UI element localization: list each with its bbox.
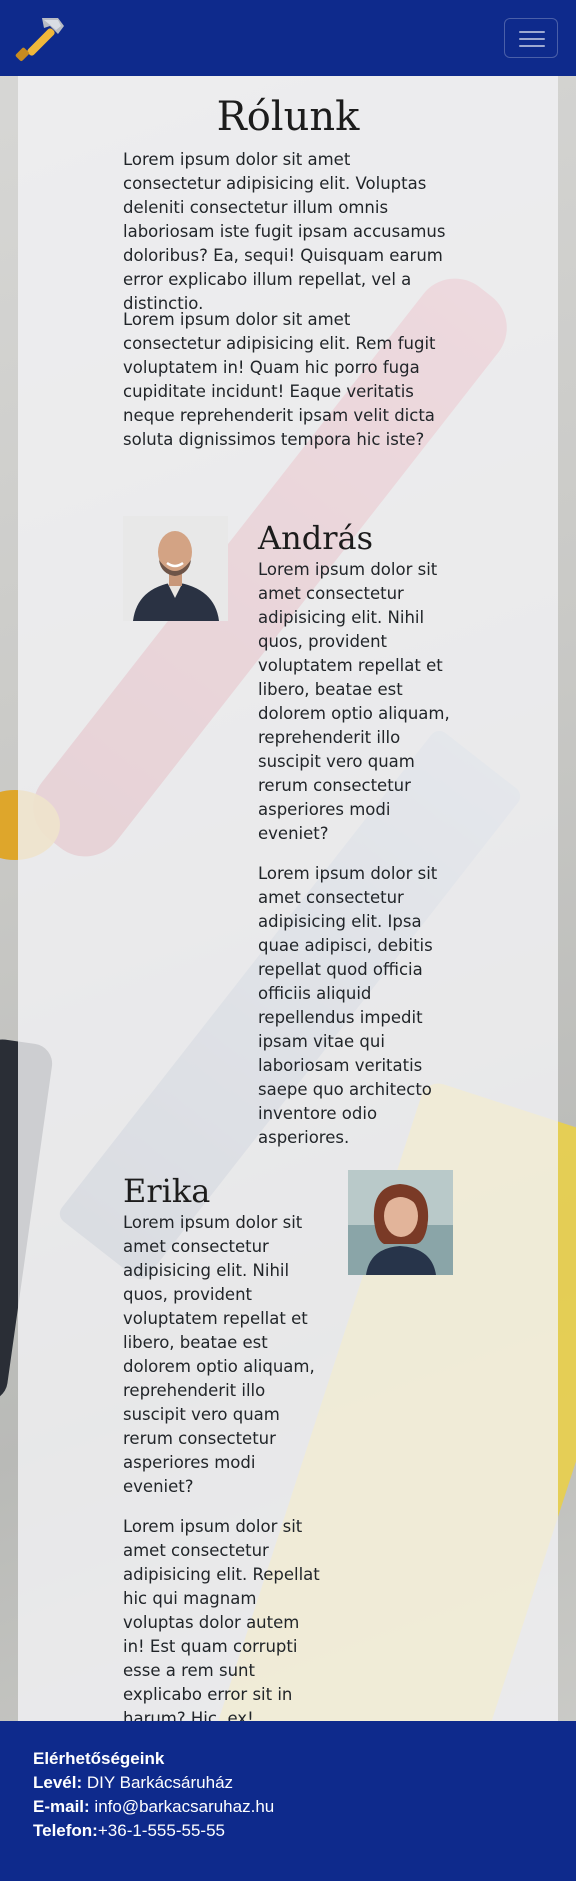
person-name: Erika [123, 1172, 211, 1210]
email-label: E-mail: [33, 1797, 90, 1816]
person-paragraph: Lorem ipsum dolor sit amet consectetur a… [258, 864, 438, 1147]
intro-paragraph: Lorem ipsum dolor sit amet consectetur a… [123, 150, 446, 313]
navbar [0, 0, 576, 76]
person-paragraph: Lorem ipsum dolor sit amet consectetur a… [123, 1517, 320, 1728]
person-name: András [258, 519, 373, 557]
intro-section-2: Lorem ipsum dolor sit amet consectetur a… [123, 308, 453, 452]
person-erika: Erika Lorem ipsum dolor sit amet consect… [123, 1171, 323, 1731]
navbar-toggler-button[interactable] [504, 18, 558, 58]
mail-value: DIY Barkácsáruház [86, 1773, 234, 1792]
footer: Elérhetőségeink Levél: DIY Barkácsáruház… [0, 1721, 576, 1881]
brand-logo-link[interactable] [14, 12, 68, 66]
mail-label: Levél: [33, 1773, 83, 1792]
email-link[interactable]: info@barkacsaruhaz.hu [94, 1797, 274, 1816]
avatar-erika [348, 1170, 453, 1275]
hammer-icon [15, 18, 64, 61]
avatar-andras [123, 516, 228, 621]
person-paragraph: Lorem ipsum dolor sit amet consectetur a… [123, 1213, 315, 1496]
contact-block: Elérhetőségeink Levél: DIY Barkácsáruház… [33, 1747, 274, 1843]
contact-heading: Elérhetőségeink [33, 1749, 165, 1768]
phone-label: Telefon: [33, 1821, 98, 1840]
person-andras: András Lorem ipsum dolor sit amet consec… [258, 518, 458, 1150]
intro-section: Lorem ipsum dolor sit amet consectetur a… [123, 148, 453, 316]
page-title: Rólunk [216, 94, 360, 140]
phone-value[interactable]: +36-1-555-55-55 [98, 1821, 225, 1840]
person-paragraph: Lorem ipsum dolor sit amet consectetur a… [258, 560, 450, 843]
intro-paragraph: Lorem ipsum dolor sit amet consectetur a… [123, 310, 436, 449]
